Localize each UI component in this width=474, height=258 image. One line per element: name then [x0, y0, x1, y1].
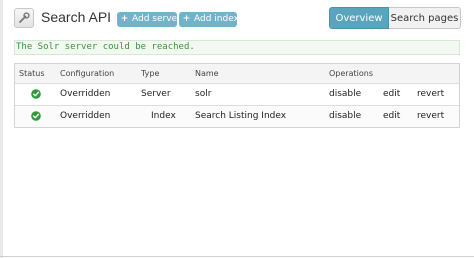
type-cell: Server	[141, 89, 171, 99]
disable-link[interactable]: disable	[329, 106, 361, 127]
table-row: Overridden Index Search Listing Index di…	[15, 106, 459, 127]
add-index-button[interactable]: + Add index	[179, 12, 239, 27]
status-message: The Solr server could be reached.	[14, 40, 460, 55]
search-api-table: Status Configuration Type Name Operation…	[14, 63, 460, 128]
column-header-type: Type	[141, 69, 160, 78]
tab-bar: Overview Search pages	[329, 7, 474, 29]
column-header-name: Name	[195, 69, 219, 78]
plus-icon: +	[120, 14, 129, 24]
page-title: Search API	[41, 9, 112, 25]
column-header-status: Status	[19, 69, 45, 78]
edit-link[interactable]: edit	[383, 106, 400, 127]
wrench-icon	[14, 8, 34, 28]
column-header-operations: Operations	[329, 69, 373, 78]
check-circle-icon	[31, 111, 41, 121]
configuration-cell: Overridden	[60, 111, 111, 121]
table-header: Status Configuration Type Name Operation…	[15, 64, 459, 84]
tab-search-pages[interactable]: Search pages	[389, 7, 461, 29]
tab-overview[interactable]: Overview	[329, 7, 389, 29]
edit-link[interactable]: edit	[383, 84, 400, 105]
type-cell: Index	[151, 111, 176, 121]
name-link[interactable]: Search Listing Index	[195, 106, 286, 127]
name-link[interactable]: solr	[195, 84, 211, 105]
page: Search API + Add server + Add index Overvi…	[0, 0, 474, 258]
window-edge	[0, 0, 3, 258]
column-header-configuration: Configuration	[60, 69, 115, 78]
table-row: Overridden Server solr disable edit reve…	[15, 84, 459, 106]
revert-link[interactable]: revert	[417, 106, 444, 127]
page-header: Search API + Add server + Add index Overvi…	[14, 7, 466, 31]
bottom-divider	[0, 256, 474, 257]
configuration-cell: Overridden	[60, 89, 111, 99]
add-server-button[interactable]: + Add server	[117, 12, 181, 27]
check-circle-icon	[31, 89, 41, 99]
add-index-label: Add index	[194, 14, 239, 24]
plus-icon: +	[182, 14, 191, 24]
disable-link[interactable]: disable	[329, 84, 361, 105]
add-server-label: Add server	[132, 14, 181, 24]
revert-link[interactable]: revert	[417, 84, 444, 105]
